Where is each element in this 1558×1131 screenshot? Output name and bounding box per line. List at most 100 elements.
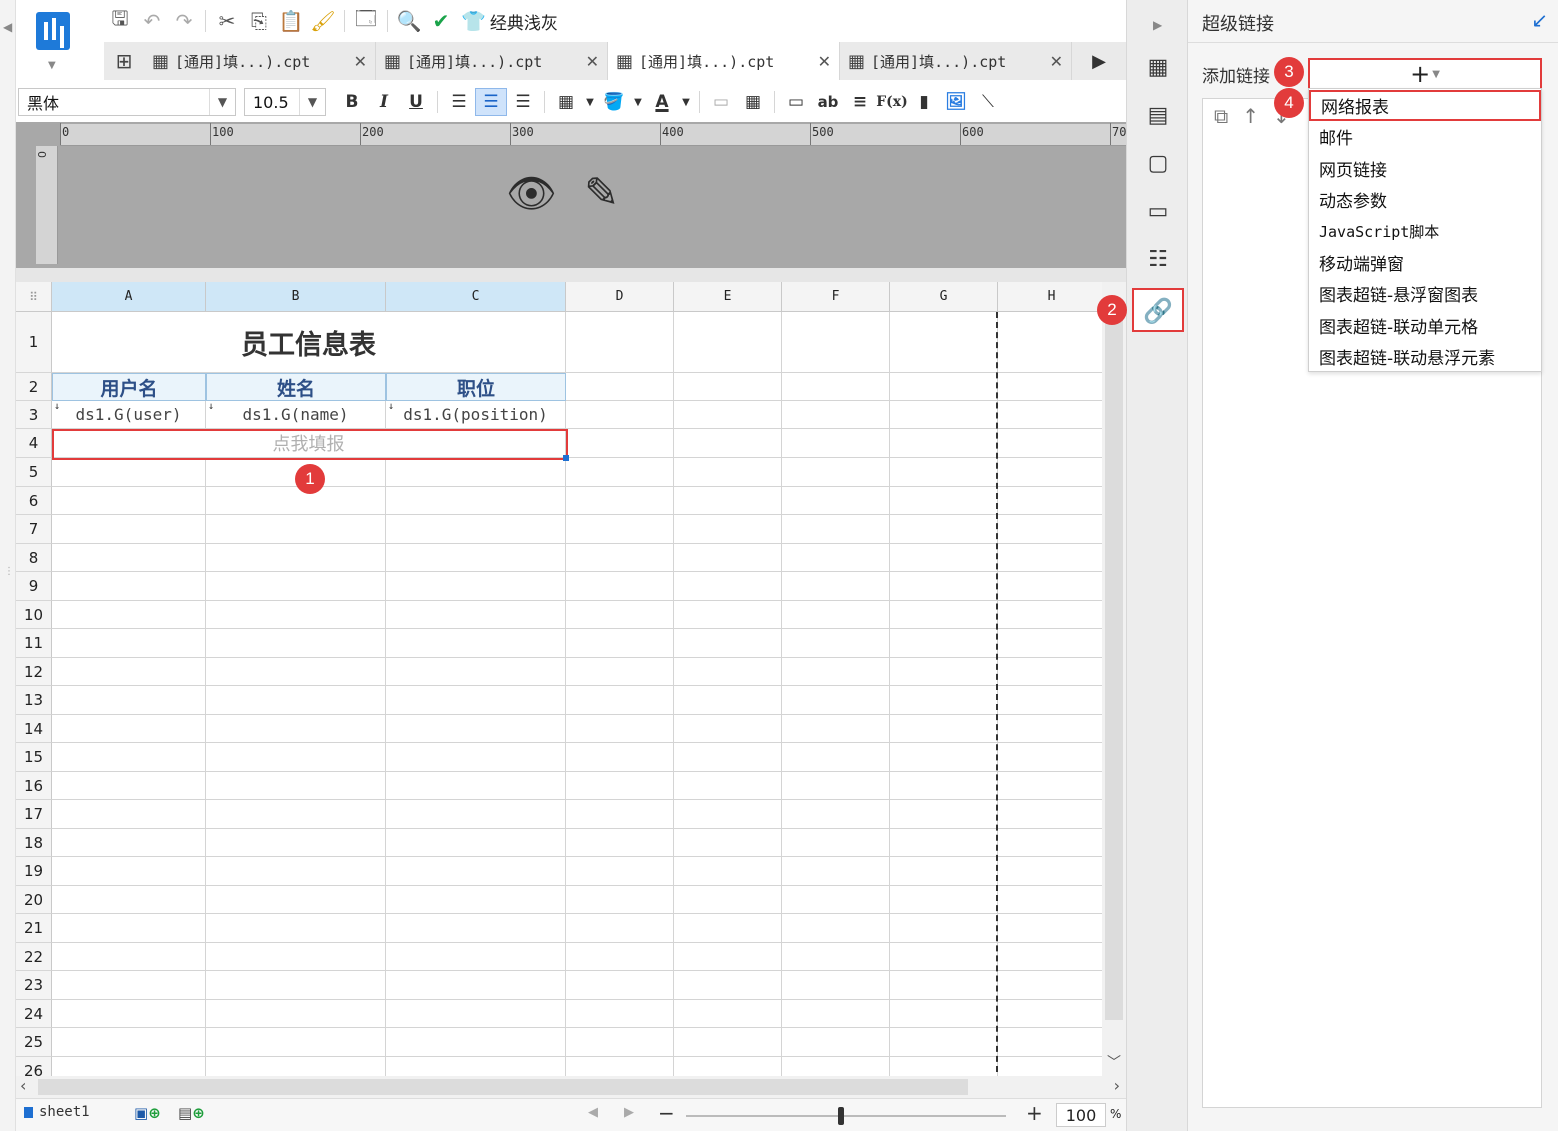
grid-cell[interactable] bbox=[566, 312, 674, 373]
grid-cell[interactable] bbox=[206, 886, 386, 914]
text-ab-button[interactable]: ab bbox=[812, 88, 844, 116]
app-logo[interactable]: ▼ bbox=[30, 8, 76, 71]
grid-cell[interactable] bbox=[566, 658, 674, 686]
menu-item[interactable]: 图表超链-联动单元格 bbox=[1309, 310, 1541, 341]
check-icon[interactable]: ✔ bbox=[425, 7, 457, 35]
grid-cell[interactable] bbox=[782, 487, 890, 515]
formula-button[interactable]: F(x) bbox=[876, 88, 908, 116]
grid-cell[interactable] bbox=[782, 401, 890, 429]
grid-cell[interactable] bbox=[206, 715, 386, 743]
grid-cell[interactable] bbox=[998, 401, 1106, 429]
font-color-icon[interactable]: A bbox=[646, 88, 678, 116]
row-header-3[interactable]: 3 bbox=[16, 401, 52, 429]
grid-cell[interactable] bbox=[998, 914, 1106, 943]
copy-icon[interactable]: ⎘ bbox=[243, 7, 275, 35]
row-header-7[interactable]: 7 bbox=[16, 515, 52, 544]
grid-cell[interactable] bbox=[890, 914, 998, 943]
grid-cell[interactable] bbox=[674, 1057, 782, 1076]
fill-handle[interactable] bbox=[563, 455, 569, 461]
grid-cell[interactable] bbox=[890, 686, 998, 715]
grid-cell[interactable] bbox=[782, 1028, 890, 1057]
chevron-down-icon[interactable]: ▼ bbox=[209, 89, 235, 115]
left-collapse-strip[interactable]: ◀ ⋮ bbox=[0, 0, 16, 1131]
column-header-d[interactable]: D bbox=[566, 282, 674, 312]
chevron-down-icon[interactable]: ▼ bbox=[678, 88, 694, 116]
spreadsheet-grid[interactable]: ⠿ ABCDEFGH 1 2 3 4 5 6 7 8 9 10 11 12 13 14 15 16 17 18 19… bbox=[16, 282, 1106, 1076]
grid-cell[interactable] bbox=[52, 515, 206, 544]
grid-cell[interactable] bbox=[386, 800, 566, 829]
menu-item[interactable]: 网页链接 bbox=[1309, 153, 1541, 184]
grid-cell[interactable] bbox=[386, 772, 566, 800]
grid-cell[interactable] bbox=[998, 1057, 1106, 1076]
column-header-h[interactable]: H bbox=[998, 282, 1106, 312]
grid-cell[interactable] bbox=[386, 857, 566, 886]
zoom-slider-track[interactable] bbox=[686, 1115, 1006, 1117]
grid-cell[interactable] bbox=[890, 401, 998, 429]
column-header-e[interactable]: E bbox=[674, 282, 782, 312]
arrow-up-icon[interactable]: ↑ bbox=[1242, 104, 1259, 128]
grid-cell[interactable] bbox=[890, 743, 998, 772]
grid-cell[interactable] bbox=[206, 1057, 386, 1076]
grid-cell[interactable] bbox=[386, 658, 566, 686]
grid-cell[interactable] bbox=[782, 686, 890, 715]
grid-cell[interactable] bbox=[52, 629, 206, 658]
row-header-17[interactable]: 17 bbox=[16, 800, 52, 829]
merge-cells-icon[interactable]: ▭ bbox=[705, 88, 737, 116]
grid-cell[interactable] bbox=[206, 943, 386, 971]
align-center-icon[interactable]: ☰ bbox=[475, 88, 507, 116]
redo-icon[interactable]: ↷ bbox=[168, 7, 200, 35]
data-field-cell[interactable]: ds1.G(name) ↓ bbox=[206, 401, 386, 429]
grid-cell[interactable] bbox=[386, 572, 566, 601]
grid-cell[interactable] bbox=[782, 914, 890, 943]
grid-cell[interactable] bbox=[52, 1057, 206, 1076]
cell-element-icon[interactable]: ▦ bbox=[1143, 52, 1173, 82]
bold-button[interactable]: B bbox=[336, 88, 368, 116]
grid-cell[interactable] bbox=[998, 373, 1106, 401]
grid-cell[interactable] bbox=[674, 914, 782, 943]
menu-item[interactable]: 移动端弹窗 bbox=[1309, 247, 1541, 278]
grid-cell[interactable] bbox=[386, 487, 566, 515]
grid-cell[interactable] bbox=[52, 857, 206, 886]
cell-style-icon[interactable]: ▢ bbox=[1143, 148, 1173, 178]
grid-cell[interactable] bbox=[890, 829, 998, 857]
grid-cell[interactable] bbox=[890, 1000, 998, 1028]
horizontal-scrollbar[interactable]: ‹ › bbox=[16, 1076, 1126, 1098]
expand-right-icon[interactable]: ▶ bbox=[1153, 18, 1162, 32]
menu-item[interactable]: 动态参数 bbox=[1309, 184, 1541, 215]
grid-cell[interactable] bbox=[206, 572, 386, 601]
grid-cell[interactable] bbox=[890, 886, 998, 914]
grid-cell[interactable] bbox=[890, 515, 998, 544]
grid-cell[interactable] bbox=[674, 1000, 782, 1028]
grid-cell[interactable] bbox=[674, 629, 782, 658]
theme-button[interactable]: 👕 经典浅灰 bbox=[457, 9, 562, 34]
row-header-21[interactable]: 21 bbox=[16, 914, 52, 943]
condition-attribute-icon[interactable]: ☷ bbox=[1143, 244, 1173, 274]
header-cell[interactable]: 职位 bbox=[386, 373, 566, 401]
scroll-thumb[interactable] bbox=[38, 1079, 968, 1095]
chevron-left-icon[interactable]: ‹ bbox=[20, 1076, 26, 1095]
grid-cell[interactable] bbox=[206, 971, 386, 1000]
grid-cell[interactable] bbox=[890, 572, 998, 601]
grid-cell[interactable] bbox=[674, 312, 782, 373]
dock-panel-icon[interactable]: ↙ bbox=[1531, 8, 1548, 32]
grid-cell[interactable] bbox=[674, 943, 782, 971]
grid-cell[interactable] bbox=[52, 914, 206, 943]
grid-cell[interactable] bbox=[998, 829, 1106, 857]
row-header-9[interactable]: 9 bbox=[16, 572, 52, 601]
grid-cell[interactable] bbox=[998, 629, 1106, 658]
grid-cell[interactable] bbox=[52, 971, 206, 1000]
grid-cell[interactable] bbox=[386, 971, 566, 1000]
close-icon[interactable]: ✕ bbox=[1050, 52, 1063, 71]
font-size-select[interactable]: 10.5 ▼ bbox=[244, 88, 326, 116]
grid-cell[interactable] bbox=[890, 772, 998, 800]
fill-color-icon[interactable]: 🪣 bbox=[598, 88, 630, 116]
grid-cell[interactable] bbox=[674, 800, 782, 829]
row-header-25[interactable]: 25 bbox=[16, 1028, 52, 1057]
search-icon[interactable]: 🔍 bbox=[393, 7, 425, 35]
row-header-6[interactable]: 6 bbox=[16, 487, 52, 515]
row-header-5[interactable]: 5 bbox=[16, 458, 52, 487]
grid-cell[interactable] bbox=[674, 715, 782, 743]
cut-icon[interactable]: ✂ bbox=[211, 7, 243, 35]
grid-cell[interactable] bbox=[674, 544, 782, 572]
grid-cell[interactable] bbox=[782, 971, 890, 1000]
